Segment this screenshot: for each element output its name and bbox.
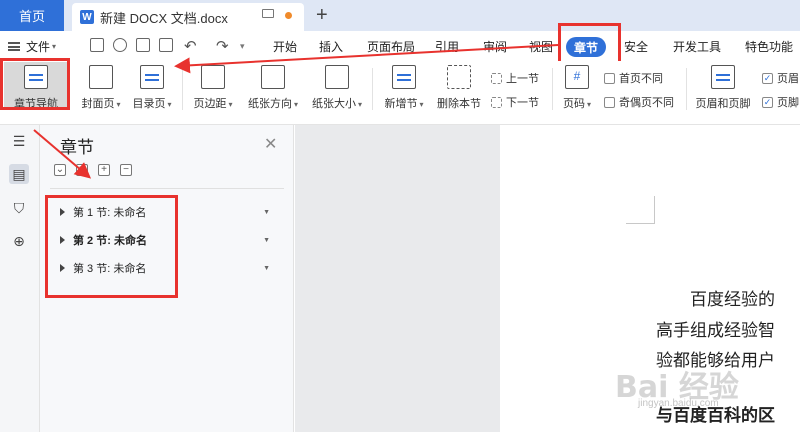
- add-section-button[interactable]: 新增节 ▾: [379, 65, 429, 111]
- page-corner-mark: [626, 223, 654, 224]
- paper-size-button[interactable]: 纸张大小 ▾: [307, 65, 367, 111]
- file-menu-label: 文件: [26, 39, 51, 54]
- page-number-icon: #: [565, 65, 589, 89]
- chapter-panel-title: 章节: [60, 138, 94, 157]
- doc-text-line: 百度经验的: [690, 290, 775, 310]
- margin-icon: [201, 65, 225, 89]
- ribbon-divider: [686, 68, 687, 110]
- close-icon[interactable]: ✕: [264, 134, 277, 154]
- tab-insert[interactable]: 插入: [319, 31, 343, 61]
- margin-label: 页边距: [193, 98, 227, 110]
- baidu-watermark-url: jingyan.baidu.com: [638, 398, 719, 409]
- chapter-nav-highlight-box: [0, 58, 70, 110]
- tab-features[interactable]: 特色功能: [745, 31, 793, 61]
- prev-section-button[interactable]: 上一节: [491, 70, 539, 86]
- page-number-label: 页码: [562, 98, 585, 110]
- next-section-button[interactable]: 下一节: [491, 94, 539, 110]
- unsaved-dot-icon: [285, 12, 292, 19]
- monitor-icon[interactable]: [262, 9, 274, 18]
- paper-size-icon: [325, 65, 349, 89]
- save-icon[interactable]: [90, 38, 104, 52]
- checkbox-checked-icon: ✓: [762, 96, 773, 108]
- toc-page-label: 目录页: [132, 98, 166, 110]
- panel-divider: [50, 188, 284, 189]
- delete-section-label: 删除本节: [437, 98, 481, 110]
- more-quick-icon[interactable]: ▾: [240, 31, 245, 61]
- expand-all-icon[interactable]: ≡: [76, 164, 88, 176]
- first-page-diff-label: 首页不同: [619, 73, 663, 85]
- cover-page-button[interactable]: 封面页 ▾: [76, 65, 126, 111]
- tab-security[interactable]: 安全: [624, 31, 648, 61]
- header-footer-icon: [711, 65, 735, 89]
- hamburger-icon: [8, 41, 20, 51]
- document-tab-label: 新建 DOCX 文档.docx: [100, 10, 228, 26]
- collapse-all-icon[interactable]: ⌄: [54, 164, 66, 176]
- tab-start[interactable]: 开始: [273, 31, 297, 61]
- home-tab[interactable]: 首页: [0, 0, 64, 31]
- first-page-diff-checkbox[interactable]: 首页不同: [604, 70, 663, 86]
- new-tab-button[interactable]: +: [316, 4, 328, 26]
- sections-highlight-box: [45, 195, 178, 298]
- delete-section-button[interactable]: 删除本节: [434, 65, 484, 111]
- tab-page-layout[interactable]: 页面布局: [367, 31, 415, 61]
- header-footer-label: 页眉和页脚: [695, 98, 751, 110]
- orientation-label: 纸张方向: [247, 98, 292, 110]
- page-corner-mark: [654, 196, 655, 224]
- ribbon-divider: [552, 68, 553, 110]
- ribbon-divider: [372, 68, 373, 110]
- paper-size-label: 纸张大小: [311, 98, 356, 110]
- print-icon[interactable]: [136, 38, 150, 52]
- toc-page-button[interactable]: 目录页 ▾: [127, 65, 177, 111]
- odd-even-diff-label: 奇偶页不同: [619, 97, 674, 109]
- header-check-label: 页眉: [777, 73, 799, 85]
- cover-page-icon: [89, 65, 113, 89]
- redo-icon[interactable]: ↷: [216, 31, 229, 61]
- add-section-label: 新增节: [384, 98, 418, 110]
- toc-page-icon: [140, 65, 164, 89]
- tab-view[interactable]: 视图: [529, 31, 553, 61]
- chevron-down-icon[interactable]: ▼: [263, 209, 270, 216]
- tab-review[interactable]: 审阅: [483, 31, 507, 61]
- doc-text-line: 高手组成经验智: [656, 321, 775, 341]
- ribbon-divider: [182, 68, 183, 110]
- bookmark-icon[interactable]: ⛉: [9, 198, 29, 218]
- header-footer-button[interactable]: 页眉和页脚: [693, 65, 753, 111]
- chevron-down-icon: ▾: [52, 41, 57, 51]
- add-icon[interactable]: +: [98, 164, 110, 176]
- footer-checkbox[interactable]: ✓ 页脚: [762, 94, 799, 110]
- odd-even-diff-checkbox[interactable]: 奇偶页不同: [604, 94, 674, 110]
- footer-check-label: 页脚: [777, 97, 799, 109]
- orientation-icon: [261, 65, 285, 89]
- checkbox-unchecked-icon: [604, 72, 615, 84]
- delete-section-icon: [447, 65, 471, 89]
- next-section-icon: [491, 96, 502, 108]
- print-preview-icon[interactable]: [159, 38, 173, 52]
- margin-button[interactable]: 页边距 ▾: [188, 65, 238, 111]
- tab-references[interactable]: 引用: [435, 31, 459, 61]
- next-section-label: 下一节: [506, 97, 539, 109]
- outline-icon[interactable]: ☰: [9, 131, 29, 151]
- minus-icon[interactable]: −: [120, 164, 132, 176]
- chapter-panel-icon[interactable]: ▤: [9, 164, 29, 184]
- chevron-down-icon[interactable]: ▼: [263, 237, 270, 244]
- cover-page-label: 封面页: [81, 98, 115, 110]
- add-section-icon: [392, 65, 416, 89]
- file-menu[interactable]: 文件 ▾: [8, 31, 56, 61]
- writer-doc-icon: W: [80, 10, 94, 24]
- checkbox-unchecked-icon: [604, 96, 615, 108]
- prev-section-icon: [491, 72, 502, 84]
- checkbox-checked-icon: ✓: [762, 72, 773, 84]
- orientation-button[interactable]: 纸张方向 ▾: [243, 65, 303, 111]
- find-icon[interactable]: ⊕: [9, 231, 29, 251]
- prev-section-label: 上一节: [506, 73, 539, 85]
- chevron-down-icon[interactable]: ▼: [263, 265, 270, 272]
- page-number-button[interactable]: # 页码 ▾: [558, 65, 596, 111]
- header-checkbox[interactable]: ✓ 页眉: [762, 70, 799, 86]
- tab-developer[interactable]: 开发工具: [673, 31, 721, 61]
- undo-icon[interactable]: ↶: [184, 31, 197, 61]
- output-icon[interactable]: [113, 38, 127, 52]
